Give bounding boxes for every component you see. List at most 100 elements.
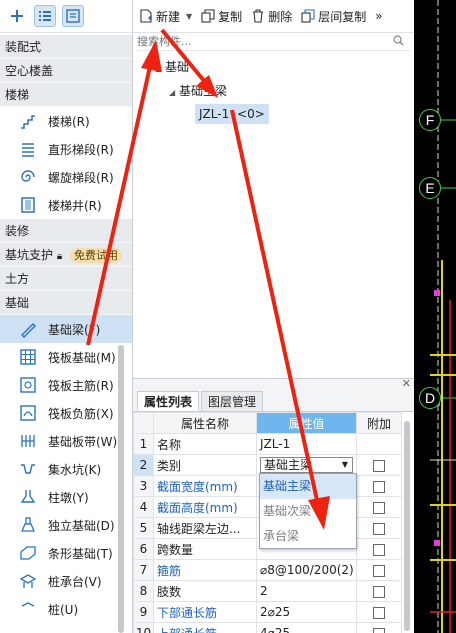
tree-collapse-icon[interactable]: ◢ bbox=[155, 64, 161, 73]
new-button[interactable]: 新建 ▼ bbox=[139, 8, 192, 25]
extra-checkbox[interactable] bbox=[373, 585, 385, 598]
row-index: 9 bbox=[133, 601, 154, 623]
extra-cell bbox=[356, 559, 402, 581]
header-property-value: 属性值 bbox=[256, 412, 357, 434]
chevron-down-icon[interactable]: ▼ bbox=[186, 12, 192, 21]
row-index: 7 bbox=[133, 559, 154, 581]
extra-checkbox[interactable] bbox=[373, 564, 385, 577]
tree-node-foundation[interactable]: ◢ 基础 bbox=[155, 58, 189, 75]
table-row[interactable]: 7 箍筋 ⌀8@100/200(2) bbox=[133, 559, 402, 581]
free-trial-badge[interactable]: 免费试用 bbox=[70, 248, 122, 263]
property-value[interactable]: 2⌀25 bbox=[256, 601, 357, 623]
component-tree-panel: 装配式 空心楼盖 楼梯 楼梯(R) 直形梯段(R) 螺旋梯段(R) 楼梯井(R)… bbox=[0, 0, 133, 633]
table-row[interactable]: 8 肢数 2 bbox=[133, 580, 402, 602]
properties-scrollbar[interactable] bbox=[404, 421, 410, 631]
table-row[interactable]: 9 下部通长筋 2⌀25 bbox=[133, 601, 402, 623]
sidebar-item-stairwell[interactable]: 楼梯井(R) bbox=[0, 191, 132, 219]
category-pit-support[interactable]: 基坑支护 🔒︎ 免费试用 bbox=[0, 243, 132, 267]
new-button-label: 新建 bbox=[156, 9, 181, 24]
properties-tabs: 属性列表 图层管理 bbox=[133, 390, 414, 412]
extra-checkbox[interactable] bbox=[373, 501, 385, 514]
category-earthwork[interactable]: 土方 bbox=[0, 267, 132, 291]
strip-footing-icon bbox=[18, 543, 38, 563]
table-row[interactable]: 1 名称 JZL-1 bbox=[133, 433, 402, 455]
more-button[interactable]: » bbox=[375, 9, 382, 23]
pin-icon[interactable] bbox=[6, 5, 28, 27]
delete-button[interactable]: 删除 bbox=[251, 8, 292, 25]
raft-main-rebar-icon bbox=[18, 375, 38, 395]
sidebar-item-straight-flight[interactable]: 直形梯段(R) bbox=[0, 135, 132, 163]
category-assembly[interactable]: 装配式 bbox=[0, 35, 132, 59]
category-foundation[interactable]: 基础 bbox=[0, 291, 132, 315]
dropdown-option-main-beam[interactable]: 基础主梁 bbox=[260, 474, 356, 499]
sidebar-item-pile[interactable]: 桩(U) bbox=[0, 595, 132, 623]
tree-node-foundation-main-beam[interactable]: ◢ 基础主梁 bbox=[169, 82, 227, 99]
sidebar-item-stair[interactable]: 楼梯(R) bbox=[0, 107, 132, 135]
floor-copy-button[interactable]: 层间复制 bbox=[301, 8, 366, 25]
sidebar-item-label: 独立基础(D) bbox=[48, 518, 115, 533]
dropdown-option-secondary-beam[interactable]: 基础次梁 bbox=[260, 499, 356, 524]
property-name: 名称 bbox=[153, 433, 257, 455]
search-box[interactable] bbox=[137, 33, 410, 51]
sump-pit-icon bbox=[18, 459, 38, 479]
dropdown-option-cap-beam[interactable]: 承台梁 bbox=[260, 524, 356, 549]
property-value[interactable]: 2 bbox=[256, 580, 357, 602]
sidebar-item-isolated-footing[interactable]: 独立基础(D) bbox=[0, 511, 132, 539]
sidebar-item-column-pier[interactable]: 柱墩(Y) bbox=[0, 483, 132, 511]
extra-checkbox[interactable] bbox=[373, 459, 385, 472]
sidebar-item-label: 筏板负筋(X) bbox=[48, 406, 114, 421]
extra-checkbox[interactable] bbox=[373, 627, 385, 633]
list-view-icon[interactable] bbox=[34, 5, 56, 27]
sidebar-item-raft-neg-rebar[interactable]: 筏板负筋(X) bbox=[0, 399, 132, 427]
sidebar-item-pile-cap[interactable]: 桩承台(V) bbox=[0, 567, 132, 595]
category-dropdown-menu: 基础主梁 基础次梁 承台梁 bbox=[259, 473, 357, 549]
search-input[interactable] bbox=[137, 33, 387, 50]
tree-collapse-icon[interactable]: ◢ bbox=[169, 88, 175, 97]
extra-cell bbox=[356, 538, 402, 560]
extra-checkbox[interactable] bbox=[373, 543, 385, 556]
category-select[interactable]: 基础主梁 ▼ bbox=[260, 457, 353, 473]
detail-view-icon[interactable] bbox=[62, 5, 84, 27]
sidebar-item-label: 条形基础(T) bbox=[48, 546, 113, 561]
copy-button[interactable]: 复制 bbox=[201, 8, 242, 25]
sidebar-item-spiral-flight[interactable]: 螺旋梯段(R) bbox=[0, 163, 132, 191]
tree-leaf-count: <0> bbox=[237, 107, 265, 121]
row-index: 10 bbox=[133, 622, 154, 633]
extra-cell bbox=[356, 475, 402, 497]
extra-cell bbox=[356, 433, 402, 455]
sidebar-item-raft-foundation[interactable]: 筏板基础(M) bbox=[0, 343, 132, 371]
sidebar-item-strip-footing[interactable]: 条形基础(T) bbox=[0, 539, 132, 567]
chevron-down-icon[interactable]: ▼ bbox=[342, 458, 348, 472]
floor-copy-button-label: 层间复制 bbox=[318, 9, 367, 24]
table-row[interactable]: 10上部通长筋4⌀25 bbox=[133, 622, 402, 633]
extra-checkbox[interactable] bbox=[373, 480, 385, 493]
sidebar-item-label: 楼梯井(R) bbox=[48, 198, 102, 213]
copy-icon bbox=[201, 9, 215, 23]
category-hollow-floor[interactable]: 空心楼盖 bbox=[0, 59, 132, 83]
search-icon[interactable] bbox=[393, 35, 404, 49]
property-value[interactable]: ⌀8@100/200(2) bbox=[256, 559, 357, 581]
sidebar-item-sump-pit[interactable]: 集水坑(K) bbox=[0, 455, 132, 483]
category-select-value: 基础主梁 bbox=[264, 458, 313, 472]
cad-drawing-canvas[interactable] bbox=[414, 0, 456, 633]
sidebar-item-label: 桩承台(V) bbox=[48, 574, 102, 589]
property-value[interactable]: 4⌀25 bbox=[256, 622, 357, 633]
close-icon[interactable]: ✕ bbox=[402, 377, 411, 390]
category-stairs[interactable]: 楼梯 bbox=[0, 83, 132, 107]
left-scrollbar[interactable] bbox=[118, 345, 124, 633]
extra-cell bbox=[356, 496, 402, 518]
sidebar-item-foundation-beam[interactable]: 基础梁(F) bbox=[0, 315, 132, 343]
property-name: 轴线距梁左边... bbox=[153, 517, 257, 539]
sidebar-item-foundation-strip[interactable]: 基础板带(W) bbox=[0, 427, 132, 455]
extra-checkbox[interactable] bbox=[373, 522, 385, 535]
property-value[interactable]: JZL-1 bbox=[256, 433, 357, 455]
category-pit-support-label: 基坑支护 bbox=[5, 248, 54, 262]
isolated-footing-icon bbox=[18, 515, 38, 535]
sidebar-item-label: 桩(U) bbox=[48, 602, 79, 617]
extra-checkbox[interactable] bbox=[373, 606, 385, 619]
tree-leaf-jzl-1[interactable]: JZL-1 <0> bbox=[195, 104, 269, 124]
tab-property-list[interactable]: 属性列表 bbox=[137, 391, 200, 411]
tab-layer-management[interactable]: 图层管理 bbox=[201, 391, 264, 411]
category-decoration[interactable]: 装修 bbox=[0, 219, 132, 243]
sidebar-item-raft-main-rebar[interactable]: 筏板主筋(R) bbox=[0, 371, 132, 399]
